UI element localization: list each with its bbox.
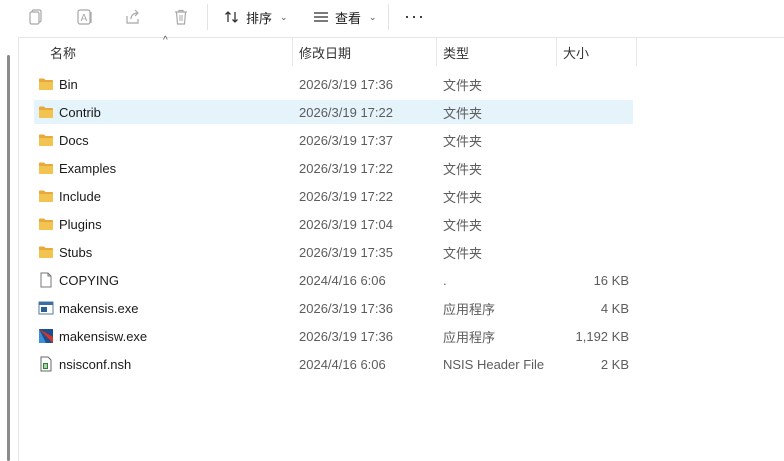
file-date: 2026/3/19 17:36 (299, 328, 393, 344)
view-label: 查看 (335, 10, 362, 26)
file-type: NSIS Header File (443, 356, 545, 372)
file-date: 2026/3/19 17:22 (299, 104, 393, 120)
file-type: 文件夹 (443, 105, 483, 121)
nsis-app-icon (38, 328, 54, 344)
folder-icon (38, 244, 54, 260)
column-header-label: 大小 (563, 45, 590, 61)
column-divider[interactable] (436, 38, 437, 66)
file-row[interactable]: Bin 2026/3/19 17:36 文件夹 (34, 72, 633, 96)
copy-icon[interactable] (26, 6, 48, 28)
share-icon[interactable] (122, 6, 144, 28)
file-row[interactable]: Docs 2026/3/19 17:37 文件夹 (34, 128, 633, 152)
folder-icon (38, 76, 54, 92)
file-row[interactable]: Stubs 2026/3/19 17:35 文件夹 (34, 240, 633, 264)
folder-icon (38, 160, 54, 176)
file-row[interactable]: Examples 2026/3/19 17:22 文件夹 (34, 156, 633, 180)
file-size: 4 KB (600, 300, 629, 316)
folder-icon (38, 104, 54, 120)
file-row[interactable]: COPYING 2024/4/16 6:06. 16 KB (34, 268, 633, 292)
file-name: Plugins (59, 216, 102, 232)
console-app-icon (38, 300, 54, 316)
nsh-file-icon (38, 356, 54, 372)
toolbar-separator (388, 4, 389, 30)
chevron-down-icon: ⌄ (280, 11, 288, 22)
more-options-button[interactable]: ··· (404, 7, 425, 25)
file-type: 文件夹 (443, 77, 483, 93)
column-header-label: 修改日期 (299, 45, 352, 61)
sort-icon (225, 11, 238, 23)
view-button[interactable]: 查看 ⌄ (313, 5, 377, 29)
view-icon (314, 12, 328, 22)
file-name: nsisconf.nsh (59, 356, 132, 372)
column-header-size[interactable]: 大小 (563, 38, 589, 66)
file-name: Examples (59, 160, 117, 176)
file-size: 1,192 KB (575, 328, 630, 344)
sort-button[interactable]: 排序 ⌄ (224, 5, 288, 29)
file-date: 2026/3/19 17:22 (299, 160, 393, 176)
file-date: 2024/4/16 6:06 (299, 272, 386, 288)
chevron-down-icon: ⌄ (369, 11, 377, 22)
folder-icon (38, 132, 54, 148)
file-size: 16 KB (593, 272, 629, 288)
file-name: Docs (59, 132, 89, 148)
file-name: COPYING (59, 272, 119, 288)
sort-label: 排序 (246, 10, 273, 26)
column-header-label: 名称 (50, 45, 77, 61)
command-bar: A 排序 ⌄ 查看 ⌄ ··· (0, 0, 784, 36)
file-date: 2026/3/19 17:04 (299, 216, 393, 232)
file-type: 文件夹 (443, 245, 483, 261)
content-border (18, 37, 19, 461)
column-header-type[interactable]: 类型 (443, 38, 469, 66)
content-border (18, 37, 784, 38)
scrollbar[interactable] (7, 55, 10, 461)
column-header-name[interactable]: 名称 (50, 38, 76, 66)
file-type: 文件夹 (443, 133, 483, 149)
file-row[interactable]: nsisconf.nsh 2024/4/16 6:06 NSIS Header Fi… (34, 352, 633, 376)
file-type: 文件夹 (443, 189, 483, 205)
file-type: 文件夹 (443, 217, 483, 233)
file-date: 2026/3/19 17:35 (299, 244, 393, 260)
file-row[interactable]: makensis.exe 2026/3/19 17:36 应用程序 4 KB (34, 296, 633, 320)
file-date: 2026/3/19 17:36 (299, 76, 393, 92)
delete-icon[interactable] (170, 6, 192, 28)
toolbar-separator (207, 4, 208, 30)
folder-icon (38, 216, 54, 232)
file-name: Stubs (59, 244, 93, 260)
column-header-date[interactable]: 修改日期 (299, 38, 351, 66)
sort-ascending-icon: ^ (163, 35, 168, 46)
file-date: 2026/3/19 17:22 (299, 188, 393, 204)
file-row[interactable]: Include 2026/3/19 17:22 文件夹 (34, 184, 633, 208)
rename-icon[interactable]: A (74, 6, 96, 28)
file-type: 文件夹 (443, 161, 483, 177)
file-size: 2 KB (600, 356, 629, 372)
file-name: Include (59, 188, 101, 204)
file-type: . (443, 272, 447, 288)
file-row[interactable]: Plugins 2026/3/19 17:04 文件夹 (34, 212, 633, 236)
file-icon (38, 272, 54, 288)
file-name: Contrib (59, 104, 101, 120)
column-header-label: 类型 (443, 45, 470, 61)
file-type: 应用程序 (443, 329, 496, 345)
svg-text:A: A (81, 13, 88, 24)
column-divider[interactable] (636, 38, 637, 66)
file-row[interactable]: Contrib 2026/3/19 17:22 文件夹 (34, 100, 633, 124)
file-date: 2026/3/19 17:36 (299, 300, 393, 316)
column-divider[interactable] (292, 38, 293, 66)
file-row[interactable]: makensisw.exe 2026/3/19 17:36 应用程序 1,192 KB (34, 324, 633, 348)
file-name: makensis.exe (59, 300, 139, 316)
column-divider[interactable] (556, 38, 557, 66)
file-date: 2026/3/19 17:37 (299, 132, 393, 148)
file-name: Bin (59, 76, 78, 92)
file-name: makensisw.exe (59, 328, 148, 344)
file-type: 应用程序 (443, 301, 496, 317)
file-date: 2024/4/16 6:06 (299, 356, 386, 372)
folder-icon (38, 188, 54, 204)
